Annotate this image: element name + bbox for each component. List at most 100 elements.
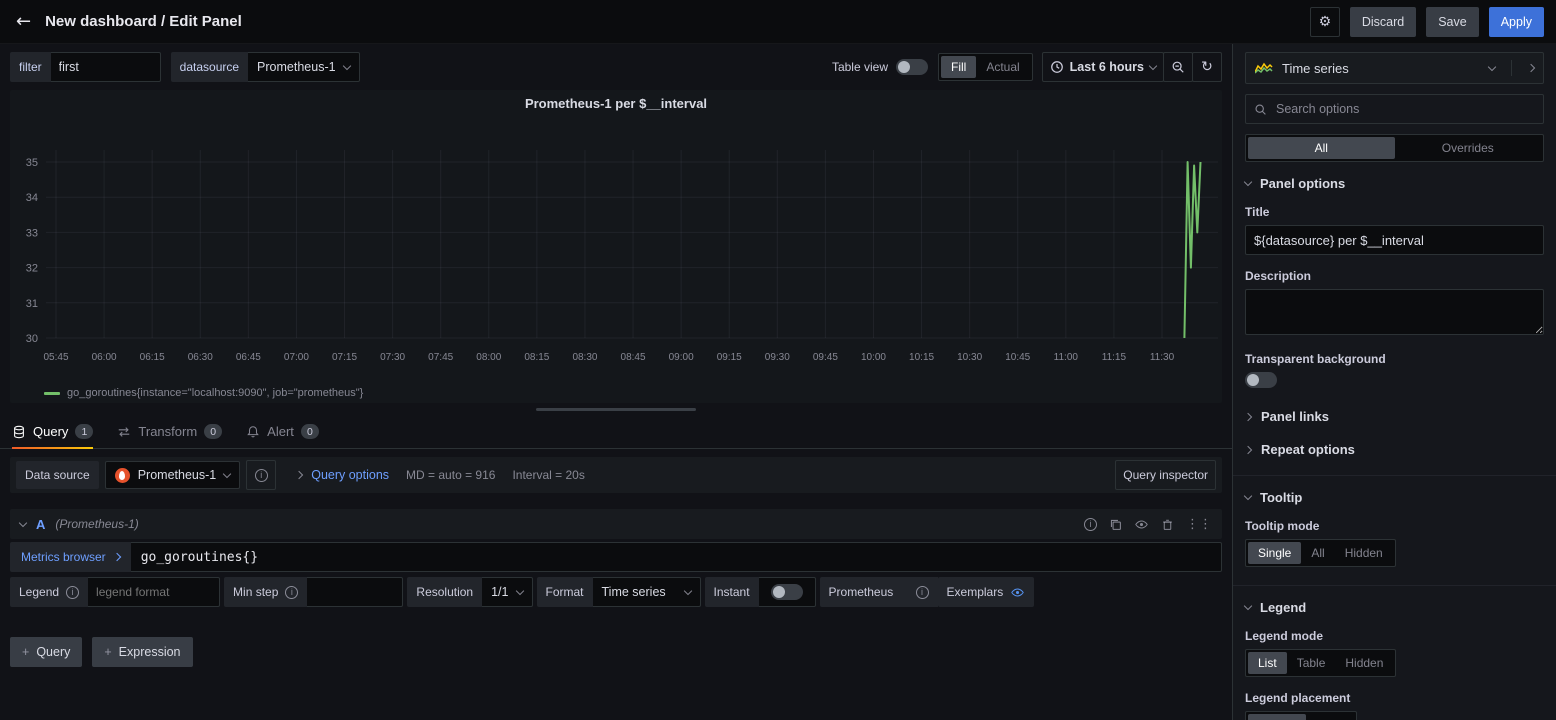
query-help-button[interactable]: i [1084, 518, 1097, 531]
toggle-query-visibility-button[interactable] [1134, 518, 1149, 531]
promql-expression-input[interactable]: go_goroutines{} [131, 542, 1222, 572]
page-title: New dashboard / Edit Panel [45, 13, 242, 30]
panel-links-section[interactable]: Panel links [1245, 409, 1544, 424]
visualization-picker[interactable]: Time series [1245, 52, 1544, 84]
legend-placement-group: BottomRight [1245, 711, 1357, 720]
tab-transform[interactable]: Transform 0 [117, 415, 222, 448]
time-range-picker[interactable]: Last 6 hours [1042, 52, 1164, 82]
svg-text:05:45: 05:45 [43, 352, 68, 363]
panel-title-input[interactable] [1245, 225, 1544, 255]
transparent-background-toggle[interactable] [1245, 372, 1277, 388]
legend-mode-group: ListTableHidden [1245, 649, 1396, 677]
panel-settings-button[interactable]: ⚙ [1310, 7, 1340, 37]
chevron-down-icon [342, 61, 350, 69]
datasource-variable-value: Prometheus-1 [257, 60, 336, 74]
datasource-help-button[interactable]: i [246, 460, 276, 490]
tooltip-mode-group-hidden[interactable]: Hidden [1335, 542, 1393, 564]
datasource-variable-select[interactable]: Prometheus-1 [248, 52, 360, 82]
table-view-toggle[interactable] [896, 59, 928, 75]
datasource-variable-label: datasource [171, 52, 248, 82]
refresh-button[interactable]: ↻ [1192, 52, 1222, 82]
search-icon [1254, 103, 1267, 116]
back-button[interactable]: ← [12, 9, 35, 34]
query-options-maxdatapoints: MD = auto = 916 [406, 468, 495, 482]
resolution-select[interactable]: 1/1 [482, 577, 532, 607]
panel-resize-handle[interactable] [0, 403, 1232, 415]
query-row-header[interactable]: A (Prometheus-1) i ⋮⋮ [10, 509, 1222, 539]
tab-alert[interactable]: Alert 0 [246, 415, 319, 448]
min-step-label-text: Min step [233, 585, 278, 599]
eye-icon [1134, 518, 1149, 531]
format-label: Format [537, 577, 593, 607]
arrow-left-icon: ← [16, 11, 31, 32]
gear-icon: ⚙ [1319, 15, 1332, 29]
legend-format-input[interactable] [88, 577, 220, 607]
min-step-input[interactable] [307, 577, 403, 607]
chevron-down-icon [1244, 178, 1252, 186]
tooltip-mode-label: Tooltip mode [1245, 519, 1544, 533]
tooltip-header[interactable]: Tooltip [1245, 490, 1544, 505]
info-icon: i [66, 586, 79, 599]
search-options-input[interactable] [1274, 101, 1535, 117]
duplicate-query-button[interactable] [1109, 518, 1122, 531]
add-expression-button[interactable]: Expression [92, 637, 192, 667]
discard-button[interactable]: Discard [1350, 7, 1416, 37]
legend-header[interactable]: Legend [1245, 600, 1544, 615]
instant-label: Instant [705, 577, 759, 607]
fit-mode-group-actual[interactable]: Actual [976, 56, 1029, 78]
add-query-button[interactable]: Query [10, 637, 82, 667]
svg-text:10:45: 10:45 [1005, 352, 1030, 363]
format-select[interactable]: Time series [593, 577, 701, 607]
query-options-toggle[interactable]: Query options MD = auto = 916 Interval =… [296, 468, 585, 482]
datasource-field-label: Data source [16, 461, 99, 489]
tab-query[interactable]: Query 1 [12, 415, 93, 448]
save-button[interactable]: Save [1426, 7, 1479, 37]
svg-text:08:45: 08:45 [621, 352, 646, 363]
panel-description-input[interactable] [1245, 289, 1544, 335]
legend-placement-group-bottom[interactable]: Bottom [1248, 714, 1306, 720]
fit-mode-group-fill[interactable]: Fill [941, 56, 976, 78]
filter-variable-input[interactable] [51, 52, 161, 82]
zoom-out-button[interactable] [1163, 52, 1193, 82]
exemplars-toggle-button[interactable] [1010, 586, 1025, 599]
table-view-control: Table view [832, 59, 928, 75]
legend-placement-label: Legend placement [1245, 691, 1544, 705]
legend-format-group: Legendi [10, 577, 220, 607]
legend-series-name[interactable]: go_goroutines{instance="localhost:9090",… [67, 387, 363, 399]
tab-alert-label: Alert [267, 424, 294, 439]
exemplars-label-text: Exemplars [947, 585, 1004, 599]
legend-mode-group-list[interactable]: List [1248, 652, 1287, 674]
legend-mode-group-table[interactable]: Table [1287, 652, 1336, 674]
description-field-label: Description [1245, 269, 1544, 283]
collapse-query-icon [19, 518, 27, 526]
transform-icon [117, 425, 131, 439]
delete-query-button[interactable] [1161, 518, 1174, 531]
repeat-options-section[interactable]: Repeat options [1245, 442, 1544, 457]
tooltip-mode-group-all[interactable]: All [1301, 542, 1334, 564]
chevron-down-icon [1244, 602, 1252, 610]
legend-mode-group-hidden[interactable]: Hidden [1335, 652, 1393, 674]
query-inspector-button[interactable]: Query inspector [1115, 460, 1216, 490]
eye-icon [1010, 586, 1025, 599]
apply-button[interactable]: Apply [1489, 7, 1544, 37]
legend-format-label: Legendi [10, 577, 88, 607]
time-series-chart[interactable]: 30313233343505:4506:0006:1506:3006:4507:… [10, 114, 1222, 382]
datasource-select[interactable]: Prometheus-1 [105, 461, 241, 489]
chevron-right-icon[interactable] [1527, 64, 1535, 72]
options-scope-tabs-all[interactable]: All [1248, 137, 1395, 159]
chevron-down-icon [223, 469, 231, 477]
info-icon: i [285, 586, 298, 599]
options-scroll-area[interactable]: Panel options Title Description Transpar… [1233, 162, 1556, 720]
instant-toggle[interactable] [771, 584, 803, 600]
svg-text:33: 33 [26, 227, 38, 239]
tooltip-mode-group-single[interactable]: Single [1248, 542, 1301, 564]
metrics-browser-button[interactable]: Metrics browser [10, 542, 131, 572]
options-scope-tabs-overrides[interactable]: Overrides [1395, 137, 1542, 159]
panel-options-header[interactable]: Panel options [1245, 176, 1544, 191]
svg-text:08:00: 08:00 [476, 352, 501, 363]
svg-text:09:00: 09:00 [669, 352, 694, 363]
legend-placement-group-right[interactable]: Right [1306, 714, 1354, 720]
drag-query-handle[interactable]: ⋮⋮ [1186, 518, 1212, 531]
legend-series-swatch [44, 392, 60, 395]
legend-format-label-text: Legend [19, 585, 59, 599]
